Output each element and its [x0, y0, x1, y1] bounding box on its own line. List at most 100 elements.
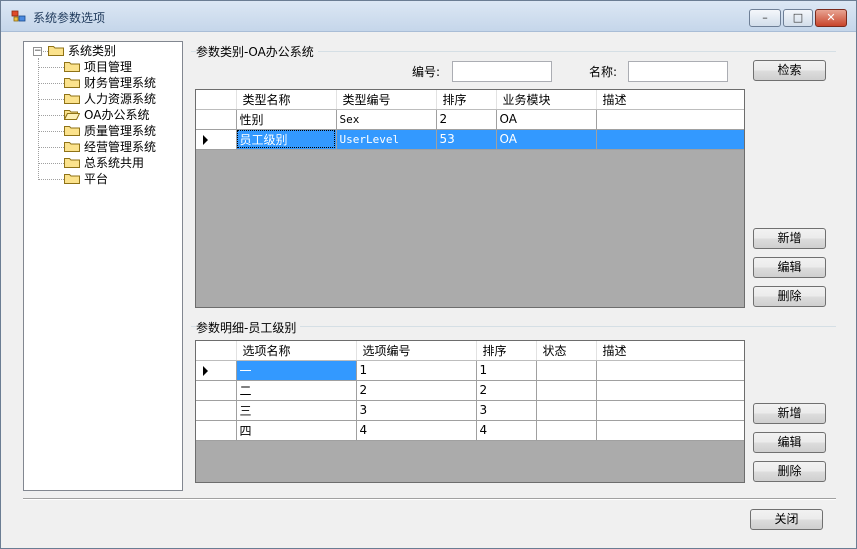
- detail-edit-button[interactable]: 编辑: [753, 432, 826, 453]
- table-cell[interactable]: 1: [476, 360, 537, 381]
- table-row[interactable]: 一 1 1: [196, 360, 744, 381]
- code-label: 编号:: [412, 65, 441, 79]
- table-cell[interactable]: [536, 420, 597, 441]
- window-title: 系统参数选项: [33, 11, 106, 25]
- row-header[interactable]: [196, 380, 237, 401]
- detail-grid-header: 选项名称 选项编号 排序 状态 描述: [196, 341, 744, 361]
- table-cell[interactable]: 二: [236, 380, 357, 401]
- column-header[interactable]: 类型编号: [336, 90, 437, 110]
- row-header[interactable]: [196, 109, 237, 130]
- table-cell[interactable]: UserLevel: [336, 129, 437, 150]
- table-cell[interactable]: 3: [356, 400, 477, 421]
- table-cell[interactable]: [536, 360, 597, 381]
- tree-node-finance[interactable]: 财务管理系统: [64, 75, 156, 91]
- column-header[interactable]: 选项编号: [356, 341, 477, 361]
- table-cell[interactable]: 性别: [236, 109, 337, 130]
- column-header[interactable]: 排序: [476, 341, 537, 361]
- category-group-title: 参数类别-OA办公系统: [196, 43, 318, 60]
- column-header[interactable]: 类型名称: [236, 90, 337, 110]
- table-cell[interactable]: 员工级别: [236, 129, 337, 150]
- folder-icon: [64, 140, 80, 152]
- column-header[interactable]: 描述: [596, 90, 744, 110]
- table-cell[interactable]: 四: [236, 420, 357, 441]
- tree-node-label: OA办公系统: [84, 108, 150, 122]
- detail-grid[interactable]: 选项名称 选项编号 排序 状态 描述 一 1 1 二 2 2 三 3 3 四 4…: [195, 340, 745, 483]
- category-grid[interactable]: 类型名称 类型编号 排序 业务模块 描述 性别 Sex 2 OA 员工级别 Us…: [195, 89, 745, 308]
- table-cell[interactable]: OA: [496, 109, 597, 130]
- category-edit-button[interactable]: 编辑: [753, 257, 826, 278]
- table-cell[interactable]: [596, 380, 744, 401]
- category-add-button[interactable]: 新增: [753, 228, 826, 249]
- table-cell[interactable]: 4: [476, 420, 537, 441]
- category-delete-button[interactable]: 删除: [753, 286, 826, 307]
- table-cell[interactable]: 3: [476, 400, 537, 421]
- table-row[interactable]: 四 4 4: [196, 420, 744, 441]
- search-button[interactable]: 检索: [753, 60, 826, 81]
- maximize-icon: □: [792, 11, 804, 24]
- column-header[interactable]: 描述: [596, 341, 744, 361]
- table-cell[interactable]: [536, 380, 597, 401]
- table-cell[interactable]: OA: [496, 129, 597, 150]
- title-bar[interactable]: 系统参数选项 – □ ✕: [1, 1, 856, 32]
- row-header[interactable]: [196, 360, 237, 381]
- tree-node-label: 系统类别: [68, 44, 117, 58]
- table-cell[interactable]: [536, 400, 597, 421]
- detail-delete-button[interactable]: 删除: [753, 461, 826, 482]
- tree-node-label: 平台: [84, 172, 109, 186]
- table-row[interactable]: 二 2 2: [196, 380, 744, 401]
- table-cell[interactable]: [596, 109, 744, 130]
- category-tree[interactable]: − 系统类别 项目管理 财务管理系统 人力资源系统 OA办公系统 质量管理系统 …: [23, 41, 183, 491]
- tree-collapse-icon[interactable]: −: [33, 47, 42, 56]
- current-row-icon: [203, 134, 208, 145]
- close-window-button[interactable]: ✕: [815, 9, 847, 27]
- tree-node-root[interactable]: 系统类别: [48, 43, 116, 59]
- column-header[interactable]: 业务模块: [496, 90, 597, 110]
- row-header-corner: [196, 90, 237, 110]
- tree-node-business[interactable]: 经营管理系统: [64, 139, 156, 155]
- row-header[interactable]: [196, 400, 237, 421]
- table-row[interactable]: 性别 Sex 2 OA: [196, 109, 744, 130]
- table-cell[interactable]: 53: [436, 129, 497, 150]
- folder-icon: [64, 156, 80, 168]
- table-cell[interactable]: 一: [236, 360, 357, 381]
- tree-node-project[interactable]: 项目管理: [64, 59, 132, 75]
- maximize-button[interactable]: □: [783, 9, 813, 27]
- folder-icon: [64, 60, 80, 72]
- minimize-icon: –: [762, 11, 768, 24]
- name-label: 名称:: [589, 65, 618, 79]
- folder-icon: [64, 76, 80, 88]
- table-cell[interactable]: [596, 360, 744, 381]
- table-cell[interactable]: 2: [476, 380, 537, 401]
- column-header[interactable]: 状态: [536, 341, 597, 361]
- close-icon: ✕: [826, 11, 836, 24]
- table-cell[interactable]: [596, 400, 744, 421]
- close-button[interactable]: 关闭: [750, 509, 823, 530]
- table-cell[interactable]: 4: [356, 420, 477, 441]
- table-cell[interactable]: 2: [436, 109, 497, 130]
- tree-node-common[interactable]: 总系统共用: [64, 155, 144, 171]
- tree-node-label: 质量管理系统: [84, 124, 157, 138]
- minimize-button[interactable]: –: [749, 9, 781, 27]
- code-input[interactable]: [452, 61, 552, 82]
- table-cell[interactable]: Sex: [336, 109, 437, 130]
- column-header[interactable]: 排序: [436, 90, 497, 110]
- table-cell[interactable]: 2: [356, 380, 477, 401]
- table-cell[interactable]: [596, 129, 744, 150]
- table-cell[interactable]: 1: [356, 360, 477, 381]
- column-header[interactable]: 选项名称: [236, 341, 357, 361]
- row-header[interactable]: [196, 129, 237, 150]
- detail-add-button[interactable]: 新增: [753, 403, 826, 424]
- table-cell[interactable]: 三: [236, 400, 357, 421]
- row-header[interactable]: [196, 420, 237, 441]
- tree-node-platform[interactable]: 平台: [64, 171, 108, 187]
- tree-node-label: 经营管理系统: [84, 140, 157, 154]
- table-row-selected[interactable]: 员工级别 UserLevel 53 OA: [196, 129, 744, 150]
- name-input[interactable]: [628, 61, 728, 82]
- table-row[interactable]: 三 3 3: [196, 400, 744, 421]
- folder-icon: [64, 172, 80, 184]
- tree-node-hr[interactable]: 人力资源系统: [64, 91, 156, 107]
- folder-icon: [48, 44, 64, 56]
- tree-node-quality[interactable]: 质量管理系统: [64, 123, 156, 139]
- table-cell[interactable]: [596, 420, 744, 441]
- tree-node-oa[interactable]: OA办公系统: [63, 107, 150, 123]
